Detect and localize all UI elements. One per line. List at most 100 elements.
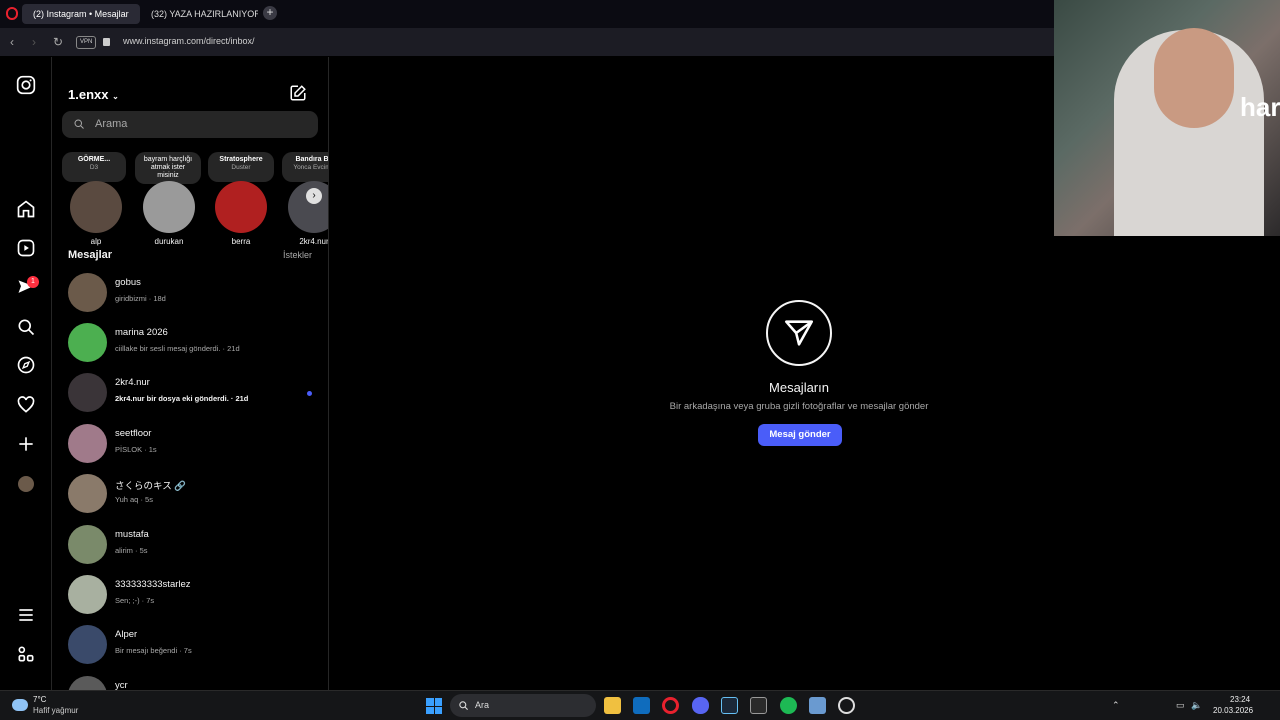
note-bubble[interactable]: Bandıra B Yonca Evcim xyxy=(282,152,329,182)
explore-icon[interactable] xyxy=(16,355,36,375)
taskbar-search[interactable]: Ara xyxy=(450,694,596,717)
story-name: berra xyxy=(231,237,251,246)
back-icon[interactable]: ‹ xyxy=(4,34,20,50)
avatar xyxy=(68,525,107,564)
avatar xyxy=(68,474,107,513)
conversation-preview: Yuh aq · 5s xyxy=(115,495,153,504)
windows-start-icon[interactable] xyxy=(426,698,442,714)
outlook-icon[interactable] xyxy=(633,697,650,714)
url-field[interactable]: www.instagram.com/direct/inbox/ xyxy=(123,36,255,46)
story-item[interactable]: durukan xyxy=(141,181,197,246)
chevron-down-icon: ⌄ xyxy=(112,92,119,101)
note-sub: Duster xyxy=(231,164,251,171)
network-icon[interactable]: ▭ xyxy=(1176,700,1185,711)
conversation-preview: giridbizmi · 18d xyxy=(115,294,166,303)
spotify-icon[interactable] xyxy=(780,697,797,714)
list-item[interactable]: Alper Bir mesajı beğendi · 7s xyxy=(68,625,318,667)
tab-youtube[interactable]: (32) YAZA HAZIRLANIYORUZ xyxy=(140,4,258,24)
weather-cloud-icon[interactable] xyxy=(12,699,28,711)
story-item[interactable]: alp xyxy=(68,181,124,246)
heart-icon[interactable] xyxy=(16,395,36,415)
avatar xyxy=(68,323,107,362)
conversation-name: さくらのキス 🔗 xyxy=(115,481,187,492)
list-item[interactable]: marina 2026 ciillake bir sesli mesaj gönd… xyxy=(68,323,318,365)
lock-icon[interactable] xyxy=(103,38,110,46)
clock-date[interactable]: 20.03.2026 xyxy=(1213,706,1253,715)
messenger-circle-icon xyxy=(766,300,832,366)
windows-taskbar: 7°C Hafif yağmur Ara ⌃ ▭ 🔈 23:24 20.03.2… xyxy=(0,690,1280,720)
app-icon[interactable] xyxy=(809,697,826,714)
compose-icon[interactable] xyxy=(289,84,307,102)
reels-icon[interactable] xyxy=(16,238,36,258)
conversation-name: mustafa xyxy=(115,529,149,540)
opera-icon[interactable] xyxy=(662,697,679,714)
clock-time[interactable]: 23:24 xyxy=(1230,695,1250,704)
empty-state-title: Mesajların xyxy=(769,380,829,395)
discord-icon[interactable] xyxy=(692,697,709,714)
vpn-badge[interactable]: VPN xyxy=(76,36,97,49)
search-placeholder: Arama xyxy=(95,118,128,130)
avatar xyxy=(143,181,195,233)
story-item[interactable]: berra xyxy=(213,181,269,246)
list-item[interactable]: seetfloor PİSLOK · 1s xyxy=(68,424,318,466)
apps-icon[interactable] xyxy=(16,644,36,664)
instagram-logo-icon[interactable] xyxy=(16,75,36,95)
streamer-head xyxy=(1154,28,1234,128)
conversation-preview: PİSLOK · 1s xyxy=(115,445,157,454)
avatar xyxy=(68,273,107,312)
avatar xyxy=(70,181,122,233)
settings-icon[interactable] xyxy=(838,697,855,714)
avatar xyxy=(68,676,107,690)
new-tab-button[interactable]: + xyxy=(263,6,277,20)
opera-logo-icon[interactable] xyxy=(6,7,18,20)
note-bubble[interactable]: GÖRME... D3 xyxy=(62,152,126,182)
list-item[interactable]: gobus giridbizmi · 18d xyxy=(68,273,318,315)
conversation-name: 333333333starlez xyxy=(115,579,191,590)
note-sub: Yonca Evcim xyxy=(293,164,329,171)
note-title: Stratosphere xyxy=(219,156,263,163)
list-item[interactable]: mustafa alirim · 5s xyxy=(68,525,318,567)
webcam-overlay: har xyxy=(1054,0,1280,236)
account-switcher[interactable]: 1.enxx ⌄ xyxy=(68,87,119,102)
tab-instagram[interactable]: (2) Instagram • Mesajlar × xyxy=(22,4,140,24)
story-name: alp xyxy=(90,237,102,246)
volume-icon[interactable]: 🔈 xyxy=(1191,700,1202,711)
stories-next-button[interactable]: › xyxy=(306,188,322,204)
list-item[interactable]: さくらのキス 🔗 Yuh aq · 5s xyxy=(68,474,318,516)
conversation-name: 2kr4.nur xyxy=(115,377,150,388)
reload-icon[interactable]: ↻ xyxy=(50,34,66,50)
store-icon[interactable] xyxy=(604,697,621,714)
conversation-preview: 2kr4.nur bir dosya eki gönderdi. · 21d xyxy=(115,394,249,403)
create-icon[interactable] xyxy=(16,434,36,454)
weather-desc: Hafif yağmur xyxy=(33,706,79,715)
send-message-button[interactable]: Mesaj gönder xyxy=(758,424,842,446)
section-title: Mesajlar xyxy=(68,249,113,261)
conversation-preview: Sen; ;-) · 7s xyxy=(115,596,155,605)
list-item[interactable]: 2kr4.nur 2kr4.nur bir dosya eki gönderdi.… xyxy=(68,373,318,415)
search-icon xyxy=(74,119,84,129)
weather-temp: 7°C xyxy=(33,695,47,704)
profile-avatar[interactable] xyxy=(18,476,34,492)
search-input[interactable]: Arama xyxy=(62,111,318,138)
overlay-text: har xyxy=(1240,92,1280,122)
tray-chevron-icon[interactable]: ⌃ xyxy=(1112,700,1120,711)
requests-link[interactable]: İstekler xyxy=(283,250,312,260)
list-item[interactable]: ycr xyxy=(68,676,318,690)
taskbar-search-placeholder: Ara xyxy=(475,700,490,710)
tab-title: (32) YAZA HAZIRLANIYORUZ xyxy=(151,9,258,19)
steam-icon[interactable] xyxy=(721,697,738,714)
epic-games-icon[interactable] xyxy=(750,697,767,714)
conversation-name: gobus xyxy=(115,277,141,288)
avatar xyxy=(68,424,107,463)
forward-icon[interactable]: › xyxy=(26,34,42,50)
search-icon[interactable] xyxy=(16,317,36,337)
note-title: GÖRME... xyxy=(77,156,111,163)
note-bubble[interactable]: Stratosphere Duster xyxy=(208,152,274,182)
menu-icon[interactable] xyxy=(16,605,36,625)
list-item[interactable]: 333333333starlez Sen; ;-) · 7s xyxy=(68,575,318,617)
home-icon[interactable] xyxy=(16,199,36,219)
note-bubble[interactable]: bayram harçlığı atmak ister misiniz xyxy=(135,152,201,184)
unread-indicator xyxy=(307,391,312,396)
conversation-preview: Bir mesajı beğendi · 7s xyxy=(115,646,192,655)
note-title: bayram harçlığı atmak ister misiniz xyxy=(143,156,193,179)
